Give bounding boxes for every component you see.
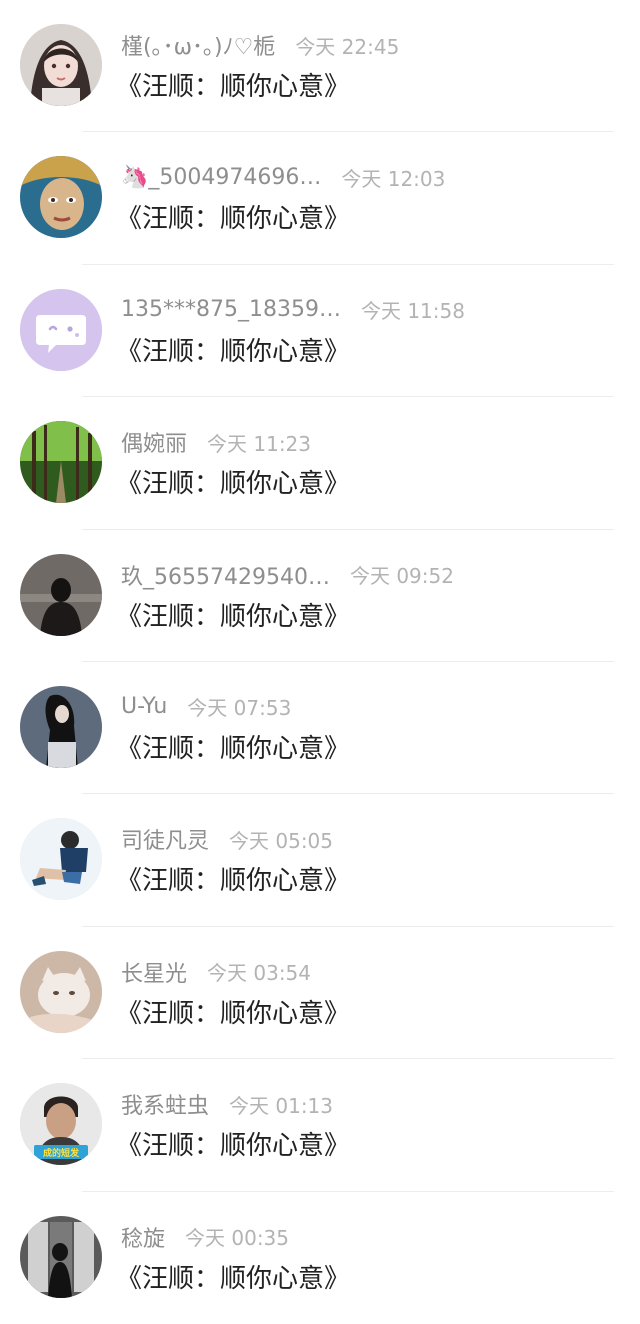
username[interactable]: 稔旋 [121,1221,165,1253]
avatar[interactable] [20,553,102,636]
item-meta: 偶婉丽 今天 11:23 [121,426,312,458]
message-text[interactable]: 《汪顺：顺你心意》 [116,596,350,633]
timestamp: 今天 03:54 [207,961,312,986]
timestamp: 今天 00:35 [185,1226,290,1251]
timestamp: 今天 01:13 [229,1093,334,1118]
username[interactable]: U-Yu [121,694,167,719]
username[interactable]: 🦄_5004974696… [121,165,321,190]
item-meta: 长星光 今天 03:54 [121,957,311,987]
timestamp: 今天 05:05 [229,828,334,853]
message-text[interactable]: 《汪顺：顺你心意》 [116,728,350,765]
avatar[interactable] [20,818,102,901]
timestamp: 今天 09:52 [349,564,454,589]
comment-list: 槿(｡･ω･｡)ﾉ♡栀 今天 22:45 《汪顺：顺你心意》 🦄_5004974… [0,0,640,1324]
item-meta: U-Yu 今天 07:53 [121,692,291,722]
item-meta: 槿(｡･ω･｡)ﾉ♡栀 今天 22:45 [121,29,400,61]
list-item[interactable]: 成的短发 我系蛀虫 今天 01:13 《汪顺：顺你心意》 [0,1059,640,1192]
item-meta: 🦄_5004974696… 今天 12:03 [121,162,445,192]
username[interactable]: 玖_56557429540… [121,559,330,591]
message-text[interactable]: 《汪顺：顺你心意》 [116,331,350,368]
list-item[interactable]: 🦄_5004974696… 今天 12:03 《汪顺：顺你心意》 [0,132,640,265]
list-item[interactable]: 长星光 今天 03:54 《汪顺：顺你心意》 [0,927,640,1060]
avatar[interactable] [20,24,102,106]
item-meta: 稔旋 今天 00:35 [121,1222,289,1252]
list-item[interactable]: 玖_56557429540… 今天 09:52 《汪顺：顺你心意》 [0,530,640,662]
username[interactable]: 司徒凡灵 [121,823,209,855]
username[interactable]: 长星光 [121,956,187,988]
timestamp: 今天 12:03 [341,166,446,191]
avatar[interactable] [20,1215,102,1298]
avatar[interactable] [20,288,102,371]
list-item[interactable]: 稔旋 今天 00:35 《汪顺：顺你心意》 [0,1192,640,1324]
message-text[interactable]: 《汪顺：顺你心意》 [116,860,350,897]
avatar[interactable] [20,421,102,504]
message-text[interactable]: 《汪顺：顺你心意》 [116,993,350,1030]
avatar[interactable] [20,950,102,1033]
avatar[interactable]: 成的短发 [20,1083,102,1166]
timestamp: 今天 11:23 [207,431,312,456]
message-text[interactable]: 《汪顺：顺你心意》 [116,66,350,103]
list-item[interactable]: 135***875_18359… 今天 11:58 《汪顺：顺你心意》 [0,265,640,398]
message-text[interactable]: 《汪顺：顺你心意》 [116,1258,350,1295]
username[interactable]: 槿(｡･ω･｡)ﾉ♡栀 [121,29,275,61]
username[interactable]: 135***875_18359… [121,297,341,322]
username[interactable]: 我系蛀虫 [121,1088,209,1120]
list-item[interactable]: 偶婉丽 今天 11:23 《汪顺：顺你心意》 [0,397,640,530]
item-meta: 玖_56557429540… 今天 09:52 [121,560,454,590]
message-text[interactable]: 《汪顺：顺你心意》 [116,463,350,500]
message-text[interactable]: 《汪顺：顺你心意》 [116,198,350,235]
avatar[interactable] [20,685,102,768]
item-meta: 135***875_18359… 今天 11:58 [121,295,465,325]
timestamp: 今天 22:45 [295,34,400,59]
message-text[interactable]: 《汪顺：顺你心意》 [116,1125,350,1162]
username[interactable]: 偶婉丽 [121,426,187,458]
avatar-caption: 成的短发 [43,1147,80,1159]
list-item[interactable]: U-Yu 今天 07:53 《汪顺：顺你心意》 [0,662,640,795]
item-meta: 我系蛀虫 今天 01:13 [121,1088,334,1120]
list-item[interactable]: 司徒凡灵 今天 05:05 《汪顺：顺你心意》 [0,794,640,927]
list-item[interactable]: 槿(｡･ω･｡)ﾉ♡栀 今天 22:45 《汪顺：顺你心意》 [0,0,640,133]
timestamp: 今天 07:53 [187,696,292,721]
item-meta: 司徒凡灵 今天 05:05 [121,823,334,855]
timestamp: 今天 11:58 [360,299,465,324]
avatar[interactable] [20,156,102,239]
